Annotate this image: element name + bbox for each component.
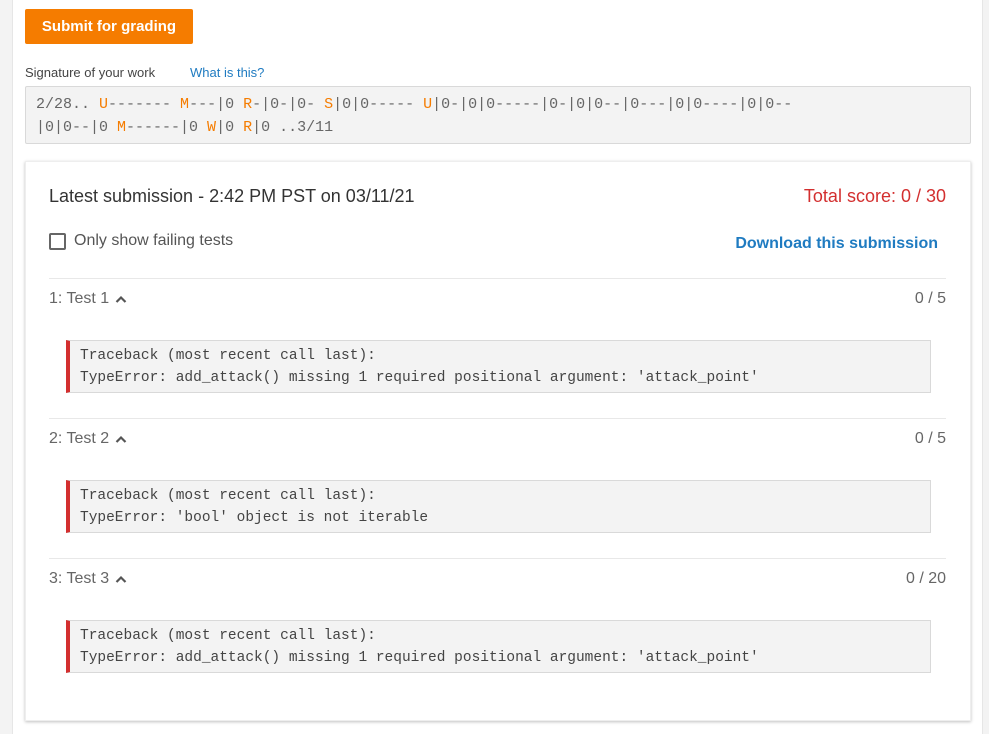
divider xyxy=(49,278,946,279)
signature-marker: U xyxy=(423,96,433,113)
signature-segment: |0-|0|0-----|0-|0|0--|0---|0|0----|0|0-- xyxy=(432,96,793,113)
test-title: 1: Test 1 xyxy=(49,290,110,307)
test-traceback: Traceback (most recent call last): TypeEr… xyxy=(66,620,931,673)
test-traceback: Traceback (most recent call last): TypeEr… xyxy=(66,340,931,393)
chevron-up-icon xyxy=(115,575,127,583)
signature-marker: M xyxy=(117,119,127,136)
test-title: 2: Test 2 xyxy=(49,430,110,447)
submission-card: Latest submission - 2:42 PM PST on 03/11… xyxy=(25,161,971,721)
what-is-this-link[interactable]: What is this? xyxy=(190,65,264,80)
signature-segment: 2/28.. xyxy=(36,96,100,113)
signature-marker: S xyxy=(324,96,334,113)
submit-for-grading-button[interactable]: Submit for grading xyxy=(25,9,193,44)
signature-marker: R xyxy=(243,96,253,113)
traceback-line: Traceback (most recent call last): xyxy=(80,628,376,644)
test-score: 0 / 5 xyxy=(914,430,946,447)
traceback-line: TypeError: add_attack() missing 1 requir… xyxy=(80,370,759,386)
test-3-toggle[interactable]: 3: Test 3 xyxy=(49,570,127,588)
only-failing-label: Only show failing tests xyxy=(74,232,234,249)
signature-segment: |0|0----- xyxy=(333,96,424,113)
signature-segment: |0|0--|0 xyxy=(36,119,118,136)
traceback-line: Traceback (most recent call last): xyxy=(80,488,376,504)
signature-marker: R xyxy=(243,119,253,136)
chevron-up-icon xyxy=(115,295,127,303)
signature-marker: W xyxy=(207,119,217,136)
signature-label: Signature of your work xyxy=(25,65,156,80)
total-score: Total score: 0 / 30 xyxy=(803,186,946,206)
divider xyxy=(49,418,946,419)
signature-segment: ---|0 xyxy=(189,96,244,113)
signature-box: 2/28.. U------- M---|0 R-|0-|0- S|0|0---… xyxy=(25,86,971,144)
signature-segment: -|0-|0- xyxy=(252,96,325,113)
signature-line-1: 2/28.. U------- M---|0 R-|0-|0- S|0|0---… xyxy=(36,93,960,116)
test-1-toggle[interactable]: 1: Test 1 xyxy=(49,290,127,308)
signature-line-2: |0|0--|0 M------|0 W|0 R|0 ..3/11 xyxy=(36,116,960,139)
test-score: 0 / 20 xyxy=(905,570,946,587)
test-2-toggle[interactable]: 2: Test 2 xyxy=(49,430,127,448)
signature-segment: |0 xyxy=(216,119,244,136)
only-failing-toggle[interactable]: Only show failing tests xyxy=(49,232,233,250)
test-traceback: Traceback (most recent call last): TypeEr… xyxy=(66,480,931,533)
traceback-line: Traceback (most recent call last): xyxy=(80,348,376,364)
signature-marker: M xyxy=(180,96,190,113)
divider xyxy=(49,558,946,559)
submission-title: Latest submission - 2:42 PM PST on 03/11… xyxy=(49,186,415,206)
only-failing-checkbox[interactable] xyxy=(49,232,66,250)
signature-segment: |0 ..3/11 xyxy=(252,119,334,136)
traceback-line: TypeError: 'bool' object is not iterable xyxy=(80,510,429,526)
test-title: 3: Test 3 xyxy=(49,570,110,587)
signature-segment: ------- xyxy=(108,96,181,113)
signature-marker: U xyxy=(99,96,109,113)
download-submission-link[interactable]: Download this submission xyxy=(735,235,938,253)
signature-segment: ------|0 xyxy=(126,119,208,136)
test-score: 0 / 5 xyxy=(914,290,946,307)
traceback-line: TypeError: add_attack() missing 1 requir… xyxy=(80,650,759,666)
chevron-up-icon xyxy=(115,435,127,443)
